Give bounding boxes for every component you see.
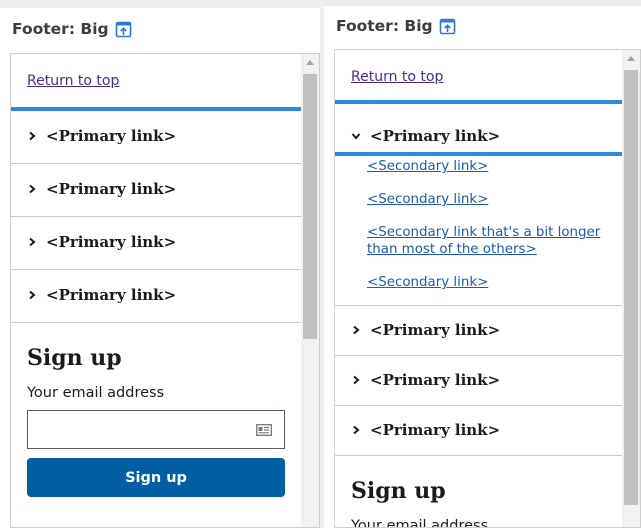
chevron-right-icon: [353, 325, 360, 335]
chevron-right-icon: [29, 237, 36, 247]
chevron-right-icon: [353, 375, 360, 385]
return-to-top-link[interactable]: Return to top: [335, 50, 623, 100]
primary-link-header[interactable]: <Primary link>: [351, 421, 500, 439]
scroll-up-arrow-icon[interactable]: [627, 56, 635, 61]
email-label: Your email address: [27, 385, 165, 401]
panel-header: Footer: Big: [336, 17, 456, 35]
chevron-down-icon: [351, 133, 361, 140]
panel-header: Footer: Big: [12, 20, 132, 38]
primary-link-label: <Primary link>: [46, 127, 177, 145]
signup-section: Sign up Your email address: [335, 456, 623, 528]
primary-link-item[interactable]: <Primary link>: [11, 217, 302, 270]
secondary-link[interactable]: <Secondary link>: [367, 158, 609, 175]
primary-link-header[interactable]: <Primary link>: [351, 371, 500, 389]
primary-link-header[interactable]: <Primary link>: [27, 180, 176, 198]
primary-link-header[interactable]: <Primary link>: [27, 233, 176, 251]
primary-link-label: <Primary link>: [370, 321, 501, 339]
chevron-right-icon: [29, 131, 36, 141]
primary-link-item[interactable]: <Primary link>: [11, 111, 302, 164]
chevron-right-icon: [29, 184, 36, 194]
top-divider: [0, 0, 320, 8]
open-external-icon[interactable]: [439, 18, 456, 35]
signup-button[interactable]: Sign up: [27, 458, 285, 497]
primary-link-header[interactable]: <Primary link>: [351, 104, 639, 152]
preview-frame: Return to top <Primary link> <Secondary …: [334, 49, 641, 528]
signup-section: Sign up Your email address Sign up: [11, 323, 302, 497]
primary-link-item[interactable]: <Primary link>: [335, 406, 623, 456]
primary-link-header[interactable]: <Primary link>: [27, 127, 176, 145]
top-divider: [324, 0, 641, 6]
footer-content: Return to top <Primary link> <Secondary …: [335, 50, 623, 528]
open-external-icon[interactable]: [115, 21, 132, 38]
primary-link-item[interactable]: <Primary link>: [11, 270, 302, 323]
primary-link-label: <Primary link>: [370, 421, 501, 439]
primary-link-item[interactable]: <Primary link>: [335, 306, 623, 356]
panel-title: Footer: Big: [12, 20, 109, 38]
primary-link-header[interactable]: <Primary link>: [27, 286, 176, 304]
chevron-right-icon: [353, 425, 360, 435]
signup-title: Sign up: [351, 478, 446, 504]
primary-link-label: <Primary link>: [46, 233, 177, 251]
scrollbar[interactable]: [301, 54, 319, 527]
signup-title: Sign up: [27, 345, 122, 371]
primary-link-item-expanded[interactable]: <Primary link> <Secondary link> <Seconda…: [335, 104, 623, 306]
scrollbar-thumb[interactable]: [303, 74, 317, 339]
primary-link-item[interactable]: <Primary link>: [335, 356, 623, 406]
secondary-link[interactable]: <Secondary link that's a bit longer than…: [367, 224, 609, 258]
scroll-up-arrow-icon[interactable]: [306, 60, 314, 65]
preview-frame: Return to top <Primary link> <Primary li…: [10, 53, 320, 528]
right-preview-panel: Footer: Big Return to top <Primary link>…: [324, 0, 641, 528]
chevron-right-icon: [29, 290, 36, 300]
primary-link-header[interactable]: <Primary link>: [351, 321, 500, 339]
email-label: Your email address: [351, 518, 489, 528]
primary-link-label: <Primary link>: [370, 371, 501, 389]
left-preview-panel: Footer: Big Return to top <Primary link>…: [0, 0, 320, 528]
footer-content: Return to top <Primary link> <Primary li…: [11, 54, 302, 497]
primary-link-label: <Primary link>: [46, 180, 177, 198]
scrollbar[interactable]: [622, 50, 640, 527]
secondary-links-list: <Secondary link> <Secondary link> <Secon…: [335, 156, 623, 305]
primary-link-label: <Primary link>: [46, 286, 177, 304]
contact-card-icon: [256, 424, 272, 436]
email-input[interactable]: [27, 410, 285, 449]
return-to-top-link[interactable]: Return to top: [11, 54, 302, 107]
secondary-link[interactable]: <Secondary link>: [367, 191, 609, 208]
scrollbar-thumb[interactable]: [624, 70, 638, 505]
primary-link-item[interactable]: <Primary link>: [11, 164, 302, 217]
secondary-link[interactable]: <Secondary link>: [367, 274, 609, 291]
primary-link-label: <Primary link>: [370, 127, 501, 145]
panel-title: Footer: Big: [336, 17, 433, 35]
